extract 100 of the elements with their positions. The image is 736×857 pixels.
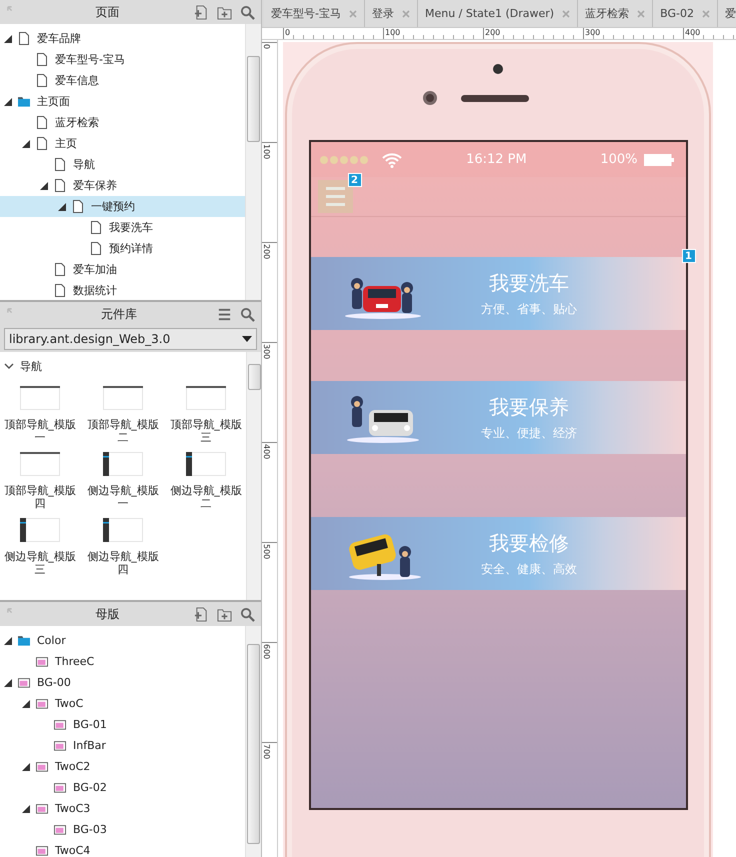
tree-item[interactable]: 数据统计 bbox=[0, 280, 245, 300]
tree-item[interactable]: BG-01 bbox=[0, 714, 245, 735]
library-widget[interactable]: 顶部导航_模版三 bbox=[166, 384, 246, 444]
tree-item[interactable]: 爱车品牌 bbox=[0, 28, 245, 49]
panel-title: 页面 bbox=[94, 4, 120, 20]
tree-item[interactable]: ThreeC bbox=[0, 651, 245, 672]
library-widget[interactable]: 侧边导航_模版三 bbox=[0, 516, 80, 576]
battery-icon bbox=[644, 154, 674, 166]
page-icon bbox=[72, 200, 84, 213]
tree-item[interactable]: 爱车信息 bbox=[0, 70, 245, 91]
speaker-grille bbox=[461, 94, 529, 102]
tree-item[interactable]: 一键预约 bbox=[0, 196, 245, 217]
front-camera bbox=[423, 91, 437, 105]
card-subtitle: 安全、健康、高效 bbox=[481, 560, 577, 578]
page-icon bbox=[36, 53, 48, 66]
dropdown-caret-icon bbox=[242, 336, 252, 342]
tree-item[interactable]: 预约详情 bbox=[0, 238, 245, 259]
note-badge: 2 bbox=[348, 173, 362, 187]
scrollbar[interactable] bbox=[245, 626, 261, 857]
tree-item[interactable]: BG-02 bbox=[0, 777, 245, 798]
master-icon bbox=[18, 676, 30, 689]
expanded-triangle-icon[interactable] bbox=[2, 634, 14, 646]
tree-item[interactable]: TwoC3 bbox=[0, 798, 245, 819]
ruler-label: 600 bbox=[262, 642, 277, 742]
page-icon bbox=[90, 221, 102, 234]
signal-dots-icon bbox=[318, 154, 368, 164]
ruler-label: 100 bbox=[262, 142, 277, 242]
scrollbar[interactable] bbox=[245, 24, 261, 300]
expanded-triangle-icon[interactable] bbox=[20, 760, 32, 772]
expanded-triangle-icon[interactable] bbox=[2, 32, 14, 44]
master-icon bbox=[54, 823, 66, 836]
tree-item[interactable]: 导航 bbox=[0, 154, 245, 175]
scrollbar-thumb[interactable] bbox=[247, 56, 260, 142]
tree-item[interactable]: TwoC bbox=[0, 693, 245, 714]
ruler-label: 500 bbox=[262, 542, 277, 642]
top-nav-thumbnail bbox=[20, 386, 60, 410]
library-widget[interactable]: 侧边导航_模版四 bbox=[83, 516, 163, 576]
side-nav-thumbnail bbox=[186, 452, 226, 476]
ruler-label: 300 bbox=[262, 342, 277, 442]
ruler-label: 400 bbox=[262, 442, 277, 542]
tree-item[interactable]: Color bbox=[0, 630, 245, 651]
tree-item[interactable]: TwoC2 bbox=[0, 756, 245, 777]
library-widget[interactable]: 顶部导航_模版四 bbox=[0, 450, 80, 510]
expanded-triangle-icon[interactable] bbox=[20, 138, 32, 150]
master-icon bbox=[36, 760, 48, 773]
camera-dot bbox=[493, 64, 503, 74]
top-nav-thumbnail bbox=[20, 452, 60, 476]
library-widget[interactable]: 侧边导航_模版一 bbox=[83, 450, 163, 510]
add-folder-icon[interactable] bbox=[217, 4, 232, 20]
master-icon bbox=[36, 844, 48, 857]
master-icon bbox=[36, 802, 48, 815]
card-title: 我要洗车 bbox=[489, 270, 569, 296]
expanded-triangle-icon[interactable] bbox=[38, 180, 50, 192]
library-widget[interactable]: 顶部导航_模版二 bbox=[83, 384, 163, 444]
expanded-triangle-icon[interactable] bbox=[56, 200, 68, 212]
search-icon[interactable] bbox=[240, 306, 255, 322]
ruler-label: 700 bbox=[262, 742, 277, 842]
tree-item[interactable]: 爱车保养 bbox=[0, 175, 245, 196]
tree-item[interactable]: BG-03 bbox=[0, 819, 245, 840]
page-icon bbox=[18, 32, 30, 45]
page-icon bbox=[54, 179, 66, 192]
search-icon[interactable] bbox=[240, 4, 255, 20]
menu-icon[interactable] bbox=[217, 306, 232, 322]
top-nav-thumbnail bbox=[186, 386, 226, 410]
card-subtitle: 专业、便捷、经济 bbox=[481, 424, 577, 442]
page-icon bbox=[90, 242, 102, 255]
expanded-triangle-icon[interactable] bbox=[2, 676, 14, 688]
tree-item[interactable]: InfBar bbox=[0, 735, 245, 756]
tree-item[interactable]: 爱车型号-宝马 bbox=[0, 49, 245, 70]
scrollbar[interactable] bbox=[246, 352, 261, 600]
side-nav-thumbnail bbox=[103, 452, 143, 476]
tree-item[interactable]: 爱车加油 bbox=[0, 259, 245, 280]
add-page-icon[interactable] bbox=[194, 4, 209, 20]
add-master-icon[interactable] bbox=[194, 606, 209, 622]
master-icon bbox=[54, 739, 66, 752]
tree-item[interactable]: 主页 bbox=[0, 133, 245, 154]
card-title: 我要检修 bbox=[489, 530, 569, 556]
expanded-triangle-icon[interactable] bbox=[20, 698, 32, 710]
tree-item[interactable]: BG-00 bbox=[0, 672, 245, 693]
add-folder-icon[interactable] bbox=[217, 606, 232, 622]
page-icon bbox=[36, 116, 48, 129]
library-widget[interactable]: 侧边导航_模版二 bbox=[166, 450, 246, 510]
search-icon[interactable] bbox=[240, 606, 255, 622]
page-icon bbox=[54, 284, 66, 297]
side-nav-thumbnail bbox=[103, 518, 143, 542]
master-icon bbox=[36, 655, 48, 668]
expanded-triangle-icon[interactable] bbox=[2, 96, 14, 108]
category-header[interactable]: 导航 bbox=[0, 358, 246, 374]
tree-item[interactable]: 我要洗车 bbox=[0, 217, 245, 238]
folder-icon bbox=[18, 95, 30, 108]
chevron-down-icon bbox=[4, 361, 14, 371]
expanded-triangle-icon[interactable] bbox=[20, 802, 32, 814]
scrollbar-thumb[interactable] bbox=[247, 644, 260, 844]
tree-item[interactable]: 蓝牙检索 bbox=[0, 112, 245, 133]
library-dropdown[interactable]: library.ant.design_Web_3.0 bbox=[4, 328, 257, 350]
scrollbar-thumb[interactable] bbox=[248, 364, 261, 390]
side-nav-thumbnail bbox=[20, 518, 60, 542]
library-widget[interactable]: 顶部导航_模版一 bbox=[0, 384, 80, 444]
tree-item[interactable]: 主页面 bbox=[0, 91, 245, 112]
tree-item[interactable]: TwoC4 bbox=[0, 840, 245, 857]
